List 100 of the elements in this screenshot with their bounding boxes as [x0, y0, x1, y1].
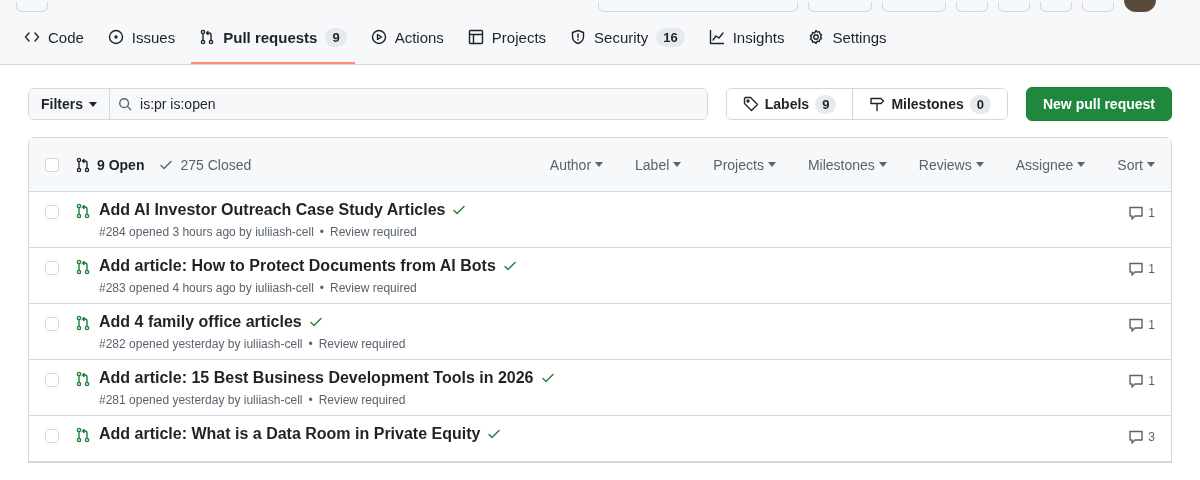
tab-label: Insights: [732, 28, 785, 46]
filter-menu[interactable]: Author: [549, 156, 604, 173]
pull-request-icon: [199, 29, 216, 45]
separator-dot: •: [308, 393, 313, 407]
comment-icon: [1128, 205, 1145, 221]
pull-request-icon: [75, 315, 91, 331]
caret-icon: [1147, 162, 1155, 167]
separator-dot: •: [319, 281, 325, 295]
graph-icon: [708, 29, 725, 45]
comments-link[interactable]: 1: [1128, 257, 1155, 277]
tag-icon: [742, 96, 759, 112]
repo-tab[interactable]: Code: [16, 12, 92, 64]
comment-icon: [1128, 373, 1145, 389]
new-pull-request-button[interactable]: New pull request: [1025, 87, 1172, 121]
filter-menu[interactable]: Assignee: [1015, 156, 1086, 173]
milestone-icon: [869, 96, 886, 112]
pull-request-icon: [75, 156, 91, 173]
review-status: Review required: [330, 281, 417, 295]
count-badge: 9: [325, 27, 347, 47]
tab-label: Projects: [491, 28, 547, 46]
avatar[interactable]: [1124, 0, 1156, 12]
table-icon: [467, 29, 484, 45]
repo-tab[interactable]: Actions: [362, 12, 452, 64]
repo-tab[interactable]: Insights: [700, 12, 793, 64]
review-status: Review required: [318, 393, 406, 407]
tab-label: Issues: [131, 28, 176, 46]
filter-menu[interactable]: Label: [635, 156, 682, 173]
caret-icon: [975, 162, 984, 167]
closed-filter-link[interactable]: 275 Closed: [158, 156, 252, 173]
search-field[interactable]: [598, 2, 798, 12]
repo-tab[interactable]: Issues: [99, 12, 184, 64]
pull-request-meta: #282 opened yesterday by iuliiash-cell: [99, 337, 303, 351]
separator-dot: •: [308, 337, 313, 351]
count-badge: 0: [969, 94, 991, 114]
row-checkbox[interactable]: [45, 317, 59, 331]
settings-icon: [808, 29, 825, 45]
count-badge: 16: [656, 27, 685, 47]
tab-label: Security: [594, 28, 649, 46]
repo-tab[interactable]: Projects: [459, 12, 555, 64]
pull-request-title[interactable]: Add article: 15 Best Business Development Tools in 2026: [99, 369, 534, 387]
comments-link[interactable]: 1: [1128, 369, 1155, 389]
count-badge: 9: [815, 94, 837, 114]
search-field[interactable]: Filters is:pr is:open: [28, 88, 708, 120]
tab-label: Code: [48, 28, 84, 46]
select-all-checkbox[interactable]: [45, 157, 59, 172]
inbox-button[interactable]: [1082, 2, 1114, 12]
filters-button[interactable]: Filters: [29, 89, 110, 119]
create-button[interactable]: [882, 2, 946, 12]
repo-tab[interactable]: Security 16: [562, 12, 693, 64]
copilot-button[interactable]: [808, 2, 872, 12]
pull-request-icon: [75, 259, 91, 275]
row-checkbox[interactable]: [45, 205, 59, 219]
repo-tab[interactable]: Pull requests 9: [191, 12, 355, 64]
pull-request-title[interactable]: Add AI Investor Outreach Case Study Articles: [99, 201, 446, 219]
repo-tab[interactable]: Settings: [800, 12, 895, 64]
play-icon: [370, 29, 387, 45]
pull-request-meta: #281 opened yesterday by iuliiash-cell: [99, 393, 303, 407]
tab-label: Actions: [394, 28, 444, 46]
filter-menu[interactable]: Milestones: [807, 156, 887, 173]
repositories-button[interactable]: [1040, 2, 1072, 12]
comment-icon: [1128, 429, 1145, 445]
row-checkbox[interactable]: [45, 373, 59, 387]
issues-button[interactable]: [956, 2, 988, 12]
caret-icon: [1077, 162, 1086, 167]
row-checkbox[interactable]: [45, 261, 59, 275]
row-checkbox[interactable]: [45, 429, 59, 443]
comments-link[interactable]: 3: [1128, 425, 1155, 445]
milestones-button[interactable]: Milestones 0: [852, 89, 1007, 119]
pull-request-meta: #284 opened 3 hours ago by iuliiash-cell: [99, 225, 314, 239]
comment-icon: [1128, 317, 1145, 333]
filter-menu[interactable]: Projects: [713, 156, 776, 173]
pull-request-icon: [75, 203, 91, 219]
filter-menu[interactable]: Sort: [1117, 156, 1155, 173]
caret-icon: [767, 162, 776, 167]
tab-label: Pull requests: [223, 28, 318, 46]
tab-label: Settings: [832, 28, 887, 46]
pull-request-meta: #283 opened 4 hours ago by iuliiash-cell: [99, 281, 314, 295]
pull-request-icon: [75, 427, 91, 443]
review-status: Review required: [330, 225, 417, 239]
menu-button[interactable]: [16, 2, 48, 12]
open-filter-link[interactable]: 9 Open: [75, 156, 145, 173]
pull-request-title[interactable]: Add article: How to Protect Documents from AI Bots: [99, 257, 496, 275]
pull-request-title[interactable]: Add article: What is a Data Room in Private Equity: [99, 425, 481, 443]
separator-dot: •: [319, 225, 325, 239]
search-query: is:pr is:open: [140, 96, 216, 112]
caret-icon: [673, 162, 682, 167]
search-icon: [118, 97, 132, 111]
pull-request-icon: [75, 371, 91, 387]
comments-link[interactable]: 1: [1128, 313, 1155, 333]
comments-link[interactable]: 1: [1128, 201, 1155, 221]
caret-icon: [878, 162, 887, 167]
shield-icon: [570, 29, 587, 45]
pull-requests-button[interactable]: [998, 2, 1030, 12]
review-status: Review required: [318, 337, 406, 351]
caret-icon: [595, 162, 604, 167]
pull-request-title[interactable]: Add 4 family office articles: [99, 313, 302, 331]
filter-menu[interactable]: Reviews: [918, 156, 984, 173]
caret-icon: [89, 101, 97, 107]
circle-dot-icon: [107, 29, 124, 45]
comment-icon: [1128, 261, 1145, 277]
